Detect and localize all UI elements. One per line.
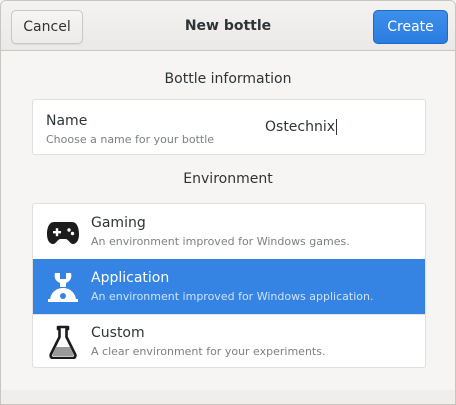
application-description: An environment improved for Windows appl…: [91, 290, 374, 303]
bottle-information-heading: Bottle information: [164, 71, 292, 87]
create-button[interactable]: Create: [373, 10, 448, 44]
name-row: Name Choose a name for your bottle Ostec…: [32, 99, 426, 155]
cancel-button[interactable]: Cancel: [11, 10, 83, 44]
application-title: Application: [91, 270, 170, 286]
environment-heading: Environment: [183, 171, 273, 187]
dialog-bottom-edge: [1, 390, 455, 404]
custom-title: Custom: [91, 325, 145, 341]
gaming-description: An environment improved for Windows game…: [91, 235, 350, 248]
application-text: Application An environment improved for …: [91, 270, 373, 303]
wrench-icon: [45, 269, 81, 305]
environment-list: Gaming An environment improved for Windo…: [32, 203, 426, 368]
custom-text: Custom A clear environment for your expe…: [91, 325, 325, 358]
bottle-name-input[interactable]: Ostechnix: [265, 114, 415, 140]
environment-option-gaming[interactable]: Gaming An environment improved for Windo…: [33, 204, 425, 259]
environment-option-application[interactable]: Application An environment improved for …: [33, 259, 425, 314]
name-labels: Name Choose a name for your bottle: [46, 113, 214, 146]
gaming-title: Gaming: [91, 215, 146, 231]
gamepad-icon: [45, 214, 81, 250]
new-bottle-dialog: New bottle Cancel Create Bottle informat…: [0, 0, 456, 405]
custom-description: A clear environment for your experiments…: [91, 345, 326, 358]
name-hint: Choose a name for your bottle: [46, 133, 215, 146]
name-label: Name: [46, 113, 88, 129]
text-caret: [336, 119, 338, 135]
flask-icon: [45, 324, 81, 360]
environment-option-custom[interactable]: Custom A clear environment for your expe…: [33, 314, 425, 369]
bottle-name-value: Ostechnix: [265, 119, 336, 135]
gaming-text: Gaming An environment improved for Windo…: [91, 215, 350, 248]
header-bar: New bottle Cancel Create: [1, 1, 455, 51]
